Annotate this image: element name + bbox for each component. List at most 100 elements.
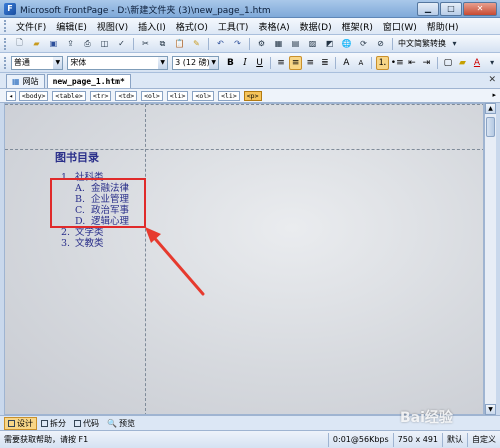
tab-split[interactable]: 拆分 xyxy=(37,417,70,430)
copy-icon[interactable]: ⧉ xyxy=(156,38,169,50)
menu-view[interactable]: 视图(V) xyxy=(92,20,133,33)
menu-table[interactable]: 表格(A) xyxy=(253,20,294,33)
align-left-button[interactable]: ≡ xyxy=(275,56,288,70)
menu-data[interactable]: 数据(D) xyxy=(295,20,337,33)
toolbar-options-icon[interactable]: ▾ xyxy=(486,57,498,69)
tab-preview-label: 预览 xyxy=(118,418,135,428)
red-highlight-box xyxy=(50,178,146,228)
chinese-conversion-label[interactable]: 中文简繁转换 xyxy=(398,38,446,49)
spelling-icon[interactable]: ✓ xyxy=(115,38,128,50)
scroll-down-icon[interactable]: ▼ xyxy=(485,404,496,415)
tag-scroll-left-icon[interactable]: ◂ xyxy=(6,90,16,101)
scroll-up-icon[interactable]: ▲ xyxy=(485,103,496,114)
design-view-icon xyxy=(8,419,15,427)
tag-ol-nested[interactable]: <ol> xyxy=(192,90,215,101)
scroll-thumb[interactable] xyxy=(486,117,495,137)
table-border xyxy=(145,104,146,414)
vertical-scrollbar[interactable]: ▲ ▼ xyxy=(484,103,496,415)
minimize-button[interactable]: ▁ xyxy=(417,2,439,16)
numbering-button[interactable]: ⒈ xyxy=(376,55,389,70)
bold-button[interactable]: B xyxy=(224,56,237,70)
menu-file[interactable]: 文件(F) xyxy=(11,20,51,33)
print-icon[interactable]: ⎙ xyxy=(81,38,94,50)
tab-website[interactable]: ▦ 网站 xyxy=(6,74,45,88)
drawing-icon[interactable]: ◩ xyxy=(323,38,336,50)
tab-new-page-label: new_page_1.htm* xyxy=(52,77,125,86)
highlight-icon[interactable]: ▰ xyxy=(456,56,469,70)
web-component-icon[interactable]: ⚙ xyxy=(255,38,268,50)
insert-table-icon[interactable]: ▦ xyxy=(272,38,285,50)
tab-preview[interactable]: 🔍 预览 xyxy=(103,417,139,430)
menu-tools[interactable]: 工具(T) xyxy=(213,20,254,33)
tag-table[interactable]: <table> xyxy=(52,90,86,101)
tag-scroll-right-icon[interactable]: ▸ xyxy=(492,91,496,99)
format-painter-icon[interactable]: ✎ xyxy=(190,38,203,50)
table-border xyxy=(5,104,483,105)
hyperlink-icon[interactable]: 🌐 xyxy=(340,38,353,50)
increase-font-icon[interactable]: A xyxy=(340,56,353,70)
menu-format[interactable]: 格式(O) xyxy=(171,20,213,33)
preview-icon[interactable]: ◫ xyxy=(98,38,111,50)
italic-button[interactable]: I xyxy=(239,56,252,70)
refresh-icon[interactable]: ⟳ xyxy=(357,38,370,50)
undo-icon[interactable]: ↶ xyxy=(214,38,227,50)
tag-li[interactable]: <li> xyxy=(166,90,189,101)
font-select[interactable]: 宋体 ▼ xyxy=(67,55,169,70)
tab-design[interactable]: 设计 xyxy=(4,416,37,430)
list-number: 3. xyxy=(61,238,71,249)
menu-insert[interactable]: 插入(I) xyxy=(133,20,171,33)
list-label: 文学类 xyxy=(75,227,104,238)
font-size-select[interactable]: 3 (12 磅) ▼ xyxy=(172,55,220,70)
bullets-button[interactable]: •≡ xyxy=(391,56,404,70)
increase-indent-button[interactable]: ⇥ xyxy=(420,56,433,70)
menu-bar: 文件(F) 编辑(E) 视图(V) 插入(I) 格式(O) 工具(T) 表格(A… xyxy=(0,18,500,35)
menu-window[interactable]: 窗口(W) xyxy=(378,20,422,33)
maximize-button[interactable]: □ xyxy=(440,2,462,16)
separator xyxy=(392,37,393,50)
menu-frames[interactable]: 框架(R) xyxy=(337,20,378,33)
insert-picture-icon[interactable]: ▨ xyxy=(306,38,319,50)
paste-icon[interactable]: 📋 xyxy=(173,38,186,50)
justify-button[interactable]: ≣ xyxy=(319,56,332,70)
status-bar: 需要获取帮助，请按 F1 0:01@56Kbps 750 x 491 默认 自定… xyxy=(0,430,500,448)
decrease-font-icon[interactable]: A xyxy=(355,56,368,70)
stop-icon[interactable]: ⊘ xyxy=(374,38,387,50)
tag-tr[interactable]: <tr> xyxy=(89,90,112,101)
chevron-down-icon: ▼ xyxy=(53,56,63,69)
close-button[interactable]: ✕ xyxy=(463,2,497,16)
tag-p[interactable]: <p> xyxy=(243,90,262,101)
doctype-mode[interactable]: 默认 xyxy=(442,432,467,447)
tab-new-page[interactable]: new_page_1.htm* xyxy=(46,74,131,88)
publish-icon[interactable]: ⇪ xyxy=(64,38,77,50)
redo-icon[interactable]: ↷ xyxy=(231,38,244,50)
font-value: 宋体 xyxy=(70,57,87,67)
close-icon[interactable]: ✕ xyxy=(488,75,496,85)
design-canvas[interactable]: 图书目录 1. 社科类 A. 金融法律 B. 企业管理 C. 政治军事 D. 逻… xyxy=(4,103,484,415)
tag-li-nested[interactable]: <li> xyxy=(218,90,240,101)
borders-icon[interactable]: ▢ xyxy=(442,56,455,70)
align-center-button[interactable]: ≡ xyxy=(289,55,303,70)
style-select[interactable]: 普通 ▼ xyxy=(10,55,64,70)
tag-body[interactable]: <body> xyxy=(18,90,49,101)
menu-help[interactable]: 帮助(H) xyxy=(422,20,464,33)
tab-code[interactable]: 代码 xyxy=(70,417,103,430)
font-color-icon[interactable]: A xyxy=(471,56,484,70)
toolbar-options-icon[interactable]: ▾ xyxy=(448,38,461,50)
open-folder-icon[interactable]: ▰ xyxy=(30,38,43,50)
cut-icon[interactable]: ✂ xyxy=(139,38,152,50)
tag-ol[interactable]: <ol> xyxy=(141,90,163,101)
tag-td[interactable]: <td> xyxy=(115,90,138,101)
toolbar-grip xyxy=(4,56,7,69)
menu-edit[interactable]: 编辑(E) xyxy=(51,20,92,33)
decrease-indent-button[interactable]: ⇤ xyxy=(406,56,419,70)
custom-mode[interactable]: 自定义 xyxy=(467,432,500,447)
window-controls: ▁ □ ✕ xyxy=(417,2,497,16)
save-icon[interactable]: ▣ xyxy=(47,38,60,50)
font-size-value: 3 (12 磅) xyxy=(175,57,210,67)
new-page-icon[interactable]: 🗋 xyxy=(13,38,26,50)
insert-layer-icon[interactable]: ▤ xyxy=(289,38,302,50)
website-icon: ▦ xyxy=(12,77,20,86)
align-right-button[interactable]: ≡ xyxy=(304,56,317,70)
underline-button[interactable]: U xyxy=(253,56,266,70)
page-size[interactable]: 750 x 491 xyxy=(392,432,442,447)
